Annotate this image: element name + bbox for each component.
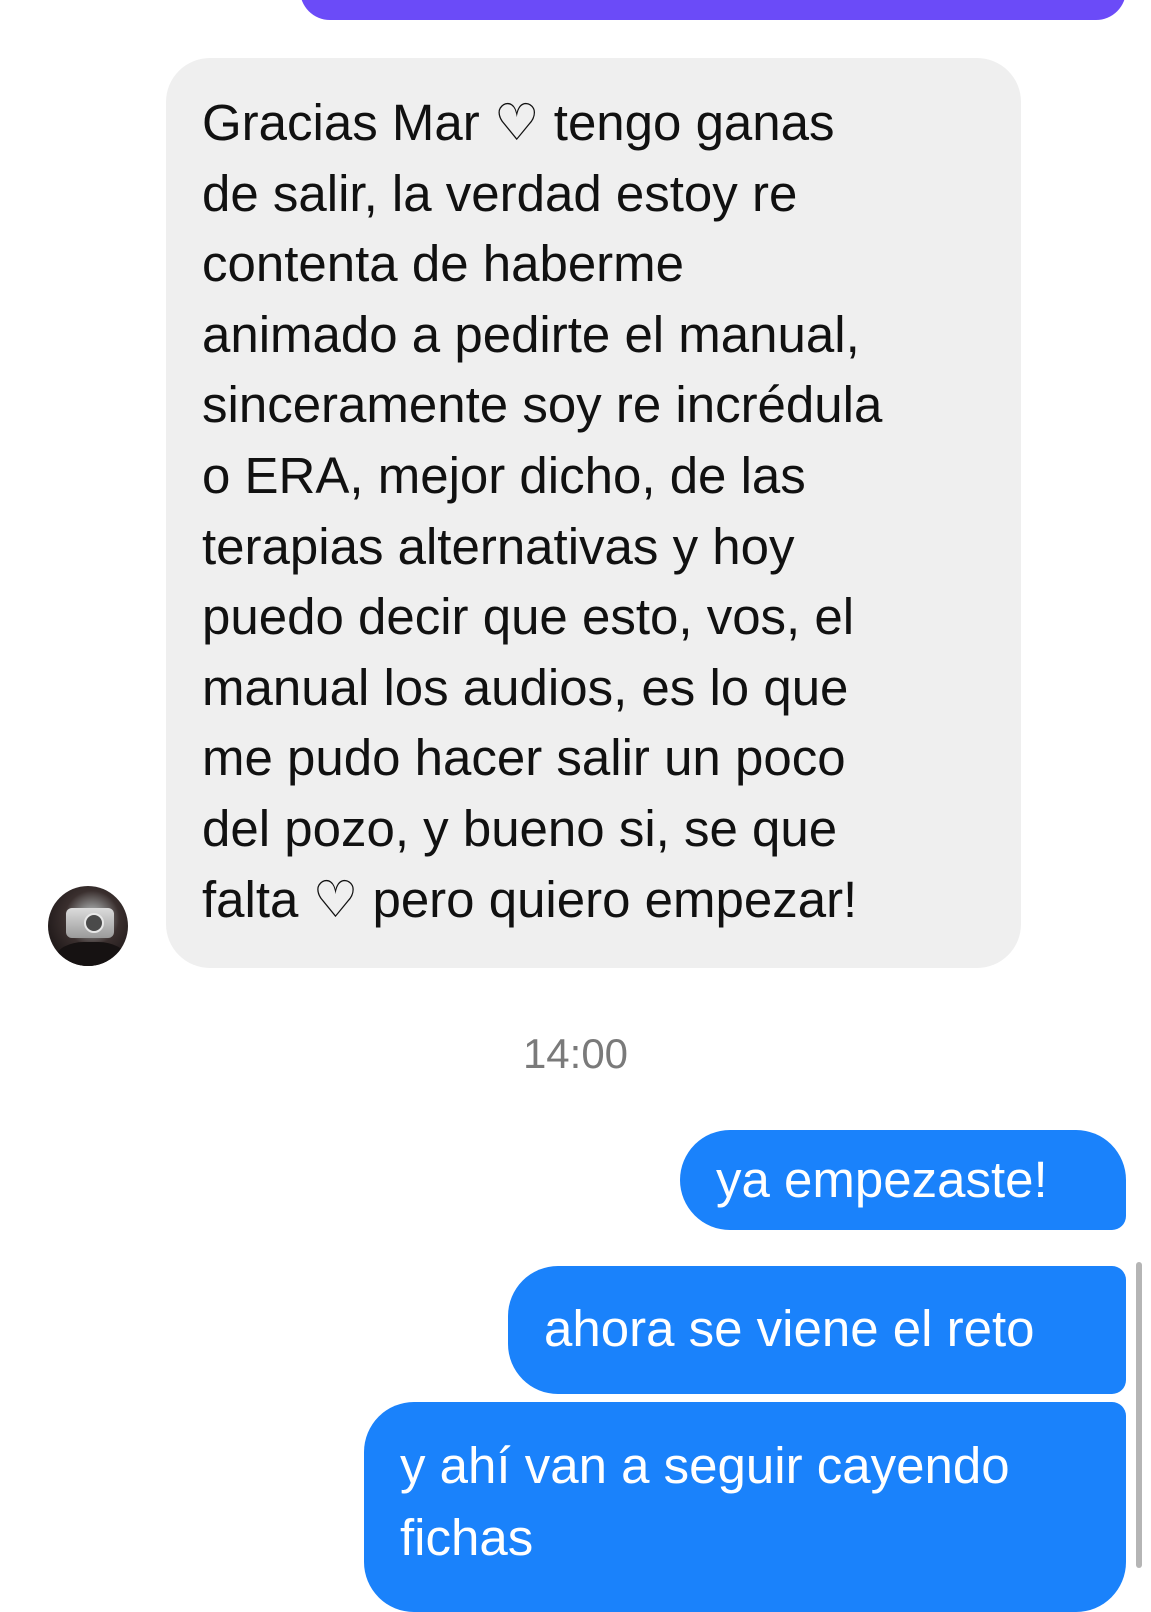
outgoing-message-text: y ahí van a seguir cayendo fichas xyxy=(400,1437,1010,1566)
avatar-camera-lens xyxy=(84,913,104,933)
message-timestamp: 14:00 xyxy=(522,1030,629,1077)
previous-outgoing-bubble[interactable] xyxy=(300,0,1126,20)
contact-avatar[interactable] xyxy=(48,886,128,966)
incoming-message-text: Gracias Mar ♡ tengo ganas de salir, la v… xyxy=(202,94,883,928)
outgoing-message-bubble[interactable]: ahora se viene el reto xyxy=(508,1266,1126,1394)
avatar-body-shape xyxy=(56,942,126,966)
outgoing-message-text: ahora se viene el reto xyxy=(544,1300,1035,1357)
outgoing-message-text: ya empezaste! xyxy=(716,1151,1048,1208)
scroll-indicator[interactable] xyxy=(1136,1262,1142,1568)
incoming-message-bubble[interactable]: Gracias Mar ♡ tengo ganas de salir, la v… xyxy=(166,58,1021,968)
outgoing-message-bubble[interactable]: y ahí van a seguir cayendo fichas xyxy=(364,1402,1126,1612)
outgoing-message-bubble[interactable]: ya empezaste! xyxy=(680,1130,1126,1230)
